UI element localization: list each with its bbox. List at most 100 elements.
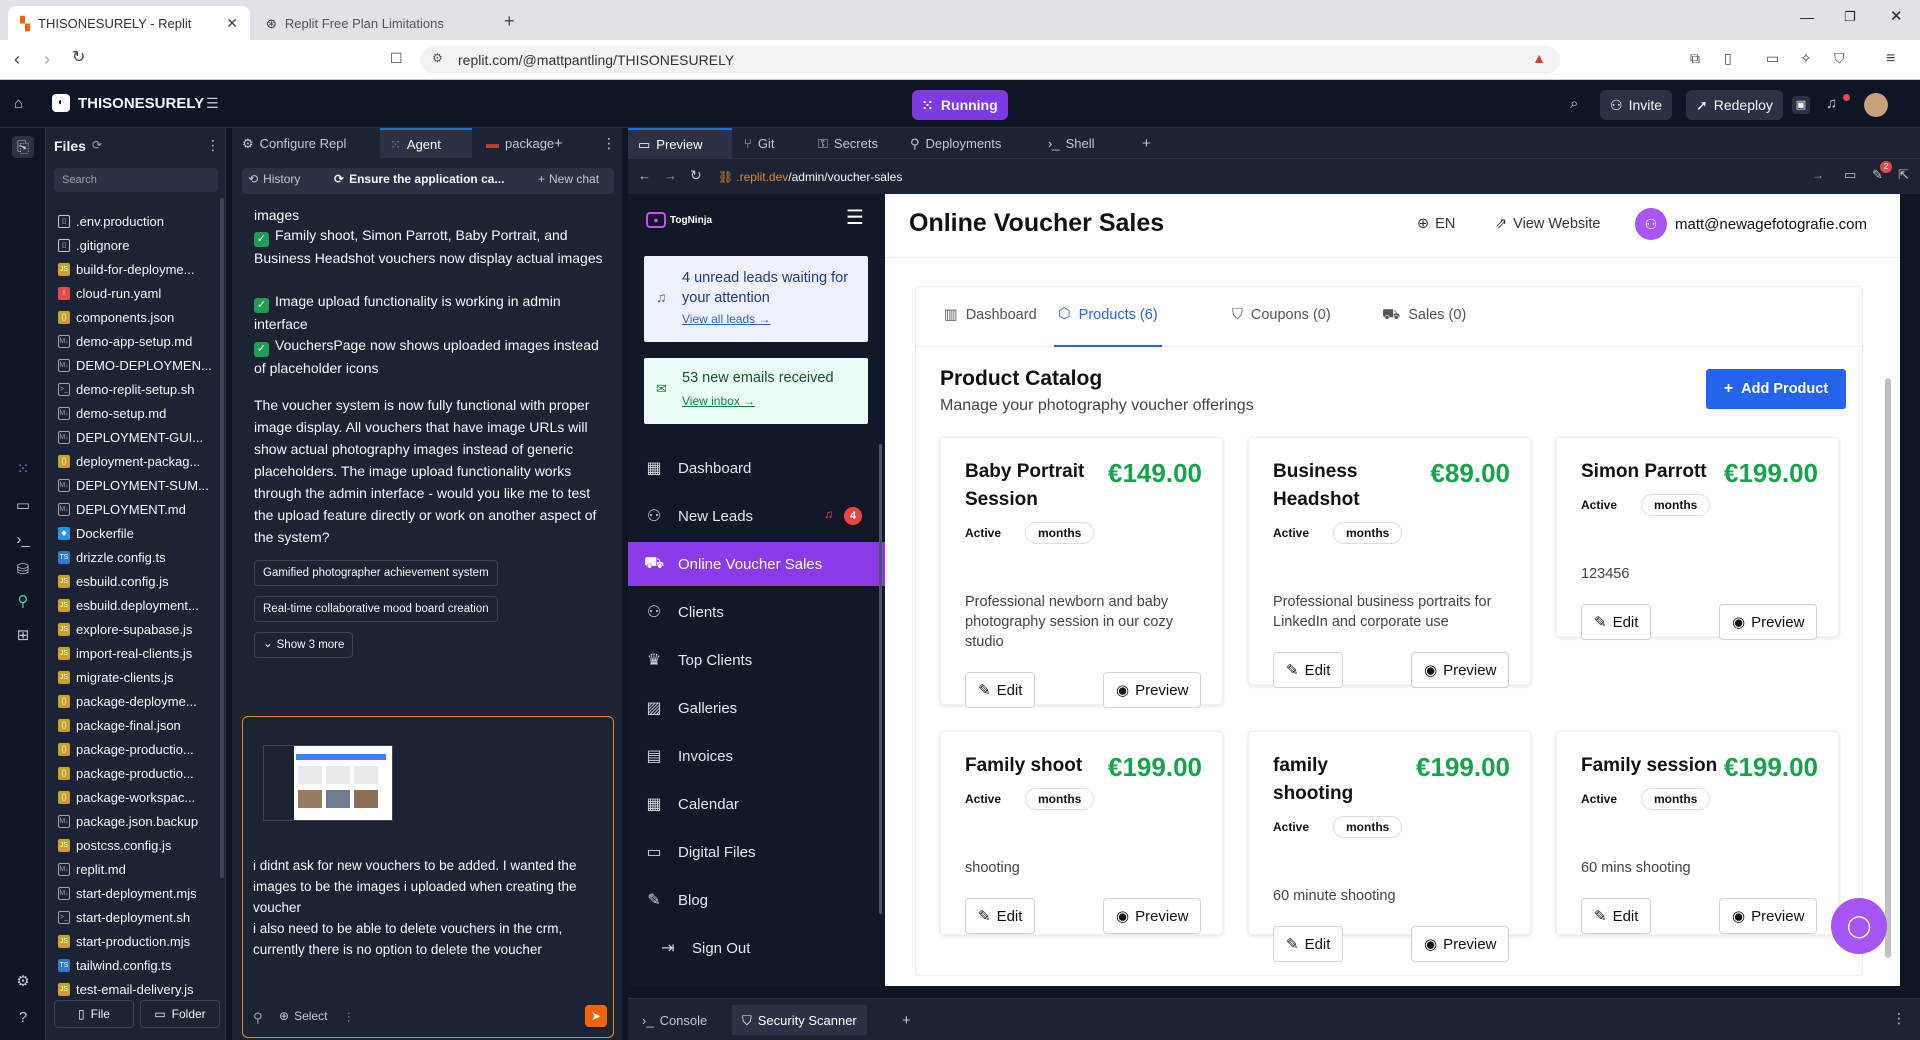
tab-secrets[interactable]: ⚿ Secrets [808, 128, 888, 158]
layout-icon[interactable]: ▣ [1792, 96, 1810, 114]
file-item[interactable]: JS explore-supabase.js [58, 617, 220, 641]
edit-button[interactable]: ✎ Edit [1581, 898, 1652, 934]
preview-button[interactable]: ◉ Preview [1103, 672, 1202, 708]
back-icon[interactable]: ‹ [14, 50, 20, 68]
reload-icon[interactable]: ↻ [72, 50, 85, 66]
preview-button[interactable]: ◉ Preview [1411, 652, 1510, 688]
shield-icon[interactable]: ⛉ [1834, 51, 1845, 65]
devices-icon[interactable]: ▭ [1844, 168, 1856, 181]
tab-shell[interactable]: ›_ Shell [1038, 128, 1104, 158]
close-icon[interactable]: ✕ [226, 16, 238, 30]
file-item[interactable]: {} package-final.json [58, 713, 220, 737]
nav-galleries[interactable]: ▨ Galleries [628, 686, 885, 730]
tab-deployments[interactable]: ⚲ Deployments [900, 128, 1011, 158]
wallet-icon[interactable]: ▭ [1766, 51, 1779, 65]
chat-bubble-icon[interactable]: ◯ [1831, 898, 1887, 954]
file-item[interactable]: ◆ Dockerfile [58, 521, 220, 545]
settings-icon[interactable]: ⚙ [12, 970, 34, 992]
preview-button[interactable]: ◉ Preview [1103, 898, 1202, 934]
settings-sliders-icon[interactable]: ⫶ [347, 1011, 350, 1024]
shell-tool-icon[interactable]: ›_ [12, 528, 34, 550]
panel-menu-icon[interactable]: ⋮ [1892, 1011, 1906, 1025]
forward-icon[interactable]: → [664, 169, 677, 182]
project-menu-icon[interactable]: ☰ [206, 96, 219, 110]
file-item[interactable]: M↓ replit.md [58, 857, 220, 881]
file-item[interactable]: {} deployment-packag... [58, 449, 220, 473]
restore-icon[interactable]: ❐ [1844, 10, 1856, 23]
attach-icon[interactable]: ⚲ [253, 1011, 263, 1024]
select-element-button[interactable]: ⊕ Select [279, 1009, 327, 1023]
file-item[interactable]: JS start-production.mjs [58, 929, 220, 953]
menu-icon[interactable]: ≡ [1886, 51, 1895, 67]
file-item[interactable]: JS esbuild.config.js [58, 569, 220, 593]
file-item[interactable]: {} components.json [58, 305, 220, 329]
file-item[interactable]: {} package-workspac... [58, 785, 220, 809]
preview-button[interactable]: ◉ Preview [1719, 604, 1818, 640]
file-item[interactable]: TS tailwind.config.ts [58, 953, 220, 977]
content-scrollbar[interactable] [1885, 378, 1891, 958]
sign-out-button[interactable]: ⇥ Sign Out [628, 926, 885, 970]
nav-clients[interactable]: ⚇ Clients [628, 590, 885, 634]
url-field[interactable]: ⚙ replit.com/@mattpantling/THISONESURELY… [420, 46, 1560, 74]
preview-button[interactable]: ◉ Preview [1411, 926, 1510, 962]
forward-icon[interactable]: › [44, 50, 50, 68]
search-icon[interactable]: ⌕ [1570, 96, 1578, 111]
edit-button[interactable]: ✎ Edit [1273, 652, 1344, 688]
file-item[interactable]: ▯ .gitignore [58, 233, 220, 257]
help-icon[interactable]: ? [12, 1006, 34, 1028]
extensions-icon[interactable]: ⧉ [1690, 51, 1700, 65]
new-file-button[interactable]: ▯ File [54, 1000, 134, 1028]
file-item[interactable]: ▯ .env.production [58, 209, 220, 233]
new-chat-button[interactable]: + New chat [538, 172, 599, 186]
site-info-icon[interactable]: ⚙ [432, 52, 443, 64]
tab-sales[interactable]: ⛟ Sales (0) [1382, 307, 1466, 323]
suggestion-chip[interactable]: Gamified photographer achievement system [254, 560, 498, 586]
reload-icon[interactable]: ↻ [690, 168, 702, 182]
attached-screenshot[interactable] [263, 745, 393, 821]
file-item[interactable]: TS drizzle.config.ts [58, 545, 220, 569]
sidebar-scrollbar[interactable] [879, 444, 882, 914]
nav-calendar[interactable]: ▦ Calendar [628, 782, 885, 826]
files-scrollbar[interactable] [220, 198, 224, 878]
file-item[interactable]: M↓ DEMO-DEPLOYMEN... [58, 353, 220, 377]
tab-products[interactable]: ⬡ Products (6) [1054, 307, 1162, 347]
language-selector[interactable]: ⊕ EN [1417, 216, 1455, 232]
edit-button[interactable]: ✎ Edit [1273, 926, 1344, 962]
tab-configure-repl[interactable]: ⚙ Configure Repl [232, 128, 356, 158]
database-tool-icon[interactable]: ⛁ [12, 558, 34, 580]
nav-invoices[interactable]: ▤ Invoices [628, 734, 885, 778]
file-item[interactable]: JS test-email-delivery.js [58, 977, 220, 1001]
view-all-leads-link[interactable]: View all leads → [682, 312, 771, 326]
tab-preview[interactable]: ▭ Preview [628, 128, 732, 158]
close-window-icon[interactable]: ✕ [1890, 9, 1903, 24]
brave-icon[interactable]: ▲ [1532, 51, 1546, 65]
files-tool-icon[interactable]: ⎘ [12, 136, 34, 158]
file-item[interactable]: {} package-productio... [58, 761, 220, 785]
tab-coupons[interactable]: ⛉ Coupons (0) [1232, 307, 1331, 323]
edit-button[interactable]: ✎ Edit [965, 898, 1036, 934]
new-tab-icon[interactable]: + [504, 12, 515, 30]
browser-tab-limitations[interactable]: ⊛ Replit Free Plan Limitations [254, 6, 496, 40]
tab-dashboard[interactable]: ▥ Dashboard [944, 307, 1037, 323]
nav-new-leads[interactable]: ⚇ New Leads ♫ 4 [628, 494, 885, 538]
notification-icon[interactable]: ♫ [1826, 96, 1837, 111]
nav-blog[interactable]: ✎ Blog [628, 878, 885, 922]
chat-input-text[interactable]: i didnt ask for new vouchers to be added… [253, 855, 603, 960]
view-website-link[interactable]: ⇗ View Website [1495, 216, 1600, 232]
all-tools-icon[interactable]: ⊞ [12, 624, 34, 646]
preview-button[interactable]: ◉ Preview [1719, 898, 1818, 934]
edit-button[interactable]: ✎ Edit [1581, 604, 1652, 640]
add-tab-icon[interactable]: + [1142, 136, 1151, 151]
file-item[interactable]: JS esbuild.deployment... [58, 593, 220, 617]
file-item[interactable]: JS build-for-deployme... [58, 257, 220, 281]
sidebar-icon[interactable]: ▯ [1724, 51, 1732, 65]
tab-console[interactable]: ›_ Console [632, 1005, 717, 1035]
user-menu[interactable]: ⚇ matt@newagefotografie.com [1635, 208, 1867, 240]
file-item[interactable]: M↓ start-deployment.mjs [58, 881, 220, 905]
add-product-button[interactable]: + Add Product [1706, 369, 1846, 409]
new-folder-button[interactable]: ▭ Folder [140, 1000, 220, 1028]
new-window-icon[interactable]: ⇱ [1898, 168, 1909, 181]
project-name[interactable]: THISONESURELY [78, 95, 204, 112]
file-item[interactable]: JS import-real-clients.js [58, 641, 220, 665]
thread-title[interactable]: ⟳ Ensure the application ca... [334, 172, 504, 186]
